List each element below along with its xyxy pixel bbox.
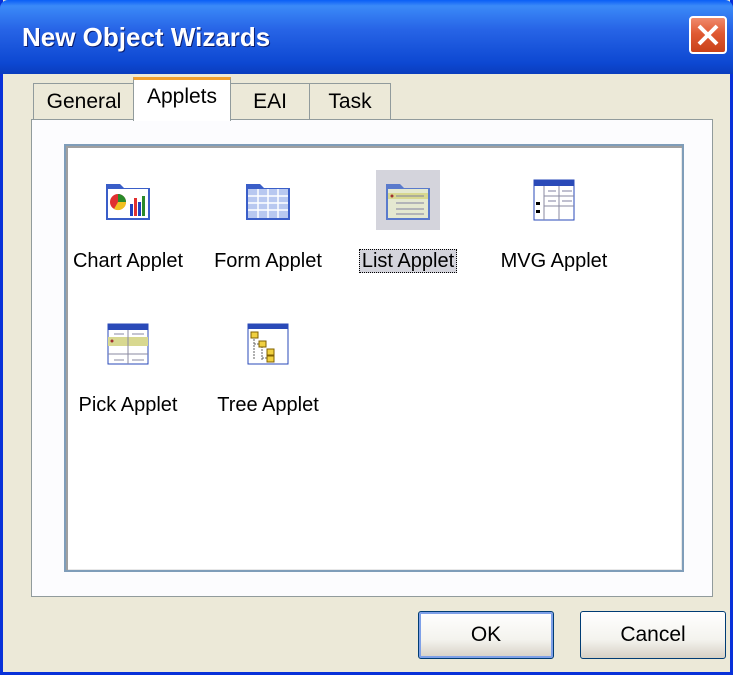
title-bar[interactable]: New Object Wizards [0, 0, 733, 74]
list-item-form-applet[interactable]: Form Applet [198, 176, 338, 286]
tab-eai[interactable]: EAI [229, 83, 311, 119]
tree-applet-icon [244, 320, 292, 368]
pick-applet-icon [104, 320, 152, 368]
item-label: Tree Applet [217, 394, 319, 416]
applet-list-view[interactable]: Chart Applet Form Applet List Applet MVG… [64, 144, 684, 572]
form-applet-icon [244, 176, 292, 224]
item-label: MVG Applet [500, 250, 608, 272]
close-button[interactable] [689, 16, 727, 54]
item-label: Pick Applet [78, 394, 178, 416]
tab-general[interactable]: General [33, 83, 135, 119]
list-item-pick-applet[interactable]: Pick Applet [58, 320, 198, 430]
dialog-window: New Object Wizards General Applets EAI T… [0, 0, 733, 675]
list-item-list-applet[interactable]: List Applet [338, 170, 478, 286]
window-title: New Object Wizards [22, 22, 271, 52]
item-label: Chart Applet [72, 250, 184, 272]
tab-applets[interactable]: Applets [133, 77, 231, 121]
ok-button[interactable]: OK [418, 611, 554, 659]
tab-task[interactable]: Task [309, 83, 391, 119]
tab-panel-applets: Chart Applet Form Applet List Applet MVG… [31, 119, 713, 597]
item-label: List Applet [338, 249, 478, 273]
close-icon [697, 24, 719, 46]
cancel-button[interactable]: Cancel [580, 611, 726, 659]
chart-applet-icon [104, 176, 152, 224]
list-item-mvg-applet[interactable]: MVG Applet [484, 176, 624, 286]
item-label: Form Applet [214, 250, 322, 272]
mvg-applet-icon [530, 176, 578, 224]
list-item-tree-applet[interactable]: Tree Applet [198, 320, 338, 430]
list-applet-icon [384, 176, 432, 224]
list-item-chart-applet[interactable]: Chart Applet [58, 176, 198, 286]
tab-strip: General Applets EAI Task [33, 77, 713, 121]
